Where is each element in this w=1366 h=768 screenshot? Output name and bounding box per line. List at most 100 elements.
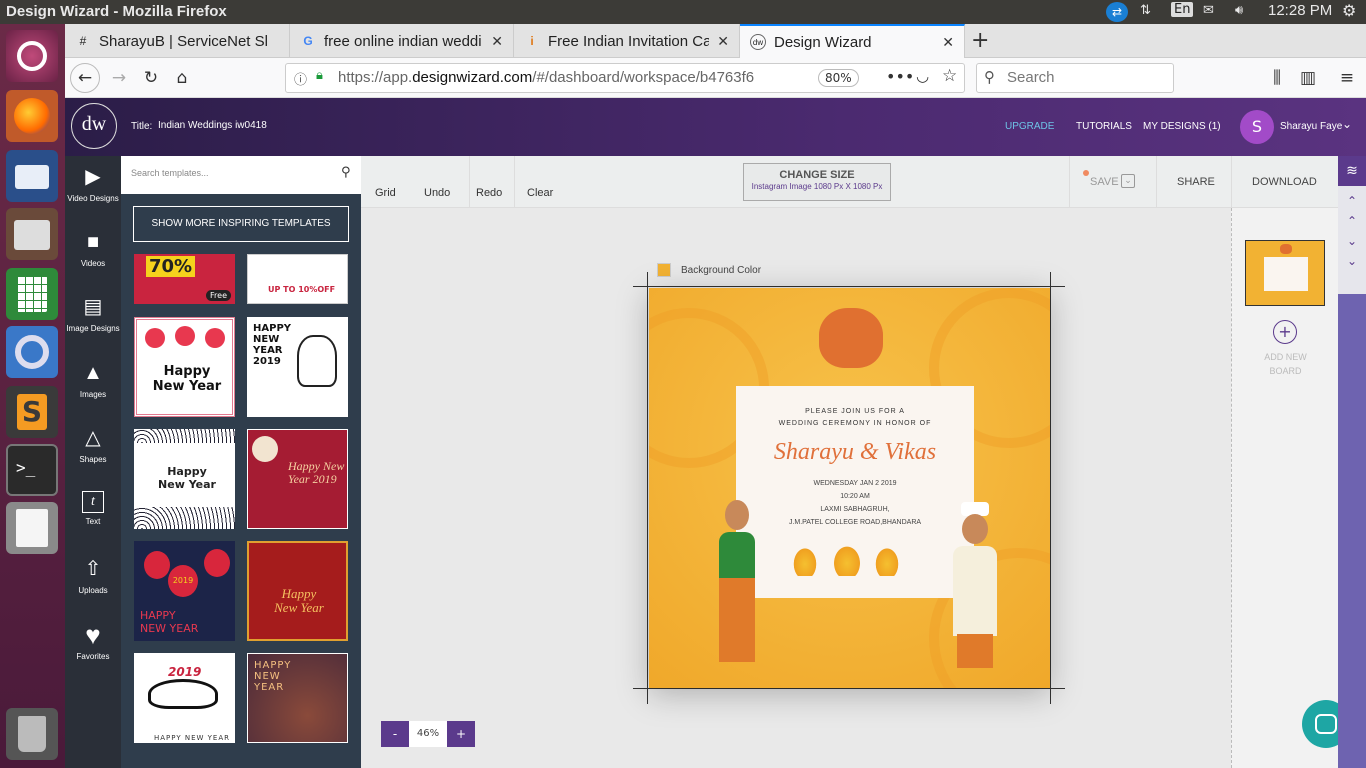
- network-icon[interactable]: ⇅: [1140, 3, 1151, 18]
- nav-images[interactable]: ▲ Images: [65, 352, 121, 416]
- heart-icon: ♥: [85, 620, 101, 650]
- new-tab-plus-icon[interactable]: +: [971, 28, 989, 53]
- sidebar-icon[interactable]: ▥: [1294, 64, 1322, 92]
- trash-icon[interactable]: [6, 708, 58, 760]
- back-arrow-icon[interactable]: ←: [70, 63, 100, 93]
- design-title-field[interactable]: Indian Weddings iw0418: [158, 120, 273, 131]
- keyboard-lang[interactable]: En: [1171, 2, 1194, 17]
- calc-icon[interactable]: [6, 268, 58, 320]
- template-thumbnail[interactable]: HAPPY NEW YEAR 2019: [247, 317, 348, 417]
- template-thumbnail[interactable]: Happy New Year 2019: [247, 429, 348, 529]
- bookmark-star-icon[interactable]: ☆: [942, 66, 957, 86]
- redo-button[interactable]: Redo: [476, 187, 502, 199]
- bg-color-swatch[interactable]: [657, 263, 671, 277]
- add-board-label-2[interactable]: BOARD: [1232, 366, 1339, 376]
- template-thumbnail[interactable]: Happy New Year: [247, 541, 348, 641]
- menu-hamburger-icon[interactable]: ≡: [1333, 64, 1361, 92]
- grid-button[interactable]: Grid: [375, 187, 396, 199]
- ganesha-emblem-icon[interactable]: [819, 308, 883, 368]
- ubuntu-icon[interactable]: [6, 30, 58, 82]
- search-input[interactable]: ⚲ Search: [976, 63, 1174, 93]
- arrow-down-icon[interactable]: ⌄: [1338, 234, 1366, 248]
- pocket-icon[interactable]: ◡: [916, 67, 929, 85]
- chevron-down-icon[interactable]: ⌄: [1342, 117, 1352, 131]
- zoom-in-button[interactable]: +: [447, 721, 475, 747]
- download-button[interactable]: DOWNLOAD: [1252, 176, 1317, 188]
- diya-lamp-icon: [832, 544, 862, 576]
- nav-videos[interactable]: ■ Videos: [65, 221, 121, 285]
- groom-illustration[interactable]: [949, 502, 1001, 672]
- invitation-card[interactable]: PLEASE JOIN US FOR A WEDDING CEREMONY IN…: [736, 386, 974, 598]
- add-board-label-1[interactable]: ADD NEW: [1232, 352, 1339, 362]
- nav-shapes[interactable]: △ Shapes: [65, 417, 121, 481]
- my-designs-link[interactable]: MY DESIGNS (1): [1143, 121, 1221, 132]
- change-size-button[interactable]: CHANGE SIZE Instagram Image 1080 Px X 10…: [743, 163, 891, 201]
- template-thumbnail[interactable]: Happy New Year: [134, 317, 235, 417]
- terminal-icon[interactable]: >_: [6, 444, 58, 496]
- tab-invitation[interactable]: i Free Indian Invitation Ca ✕: [514, 24, 740, 58]
- arrow-down-icon[interactable]: ⌄: [1338, 254, 1366, 268]
- image-design-icon: ▤: [83, 296, 103, 318]
- nav-image-designs[interactable]: ▤ Image Designs: [65, 286, 121, 350]
- layers-icon[interactable]: ≋: [1338, 156, 1366, 186]
- zoom-value[interactable]: 46%: [409, 721, 447, 747]
- url-bar[interactable]: ⓘ 🔒︎ https://app.designwizard.com/#/dash…: [285, 63, 965, 93]
- clear-button[interactable]: Clear: [527, 187, 553, 199]
- files-icon[interactable]: [6, 208, 58, 260]
- bride-illustration[interactable]: [713, 498, 761, 668]
- share-button[interactable]: SHARE: [1177, 176, 1215, 188]
- tutorials-link[interactable]: TUTORIALS: [1076, 121, 1132, 132]
- user-name[interactable]: Sharayu Faye: [1280, 121, 1342, 132]
- avatar[interactable]: S: [1240, 110, 1274, 144]
- nav-uploads[interactable]: ⇧ Uploads: [65, 548, 121, 612]
- upgrade-link[interactable]: UPGRADE: [1005, 121, 1054, 132]
- volume-icon[interactable]: 🔊︎: [1235, 3, 1243, 18]
- nav-video-designs[interactable]: ▶ Video Designs: [65, 156, 121, 220]
- template-thumbnail[interactable]: HAPPY NEW YEAR: [247, 653, 348, 743]
- clock[interactable]: 12:28 PM: [1268, 2, 1332, 19]
- reload-icon[interactable]: ↻: [137, 64, 165, 92]
- sublime-icon[interactable]: S: [6, 386, 58, 438]
- home-icon[interactable]: ⌂: [168, 64, 196, 92]
- nav-favorites[interactable]: ♥ Favorites: [65, 614, 121, 678]
- library-icon[interactable]: ⫼: [1263, 64, 1291, 92]
- template-thumbnail[interactable]: 2019 HAPPY NEW YEAR: [134, 541, 235, 641]
- save-button[interactable]: SAVE: [1090, 176, 1119, 188]
- search-icon[interactable]: ⚲: [341, 165, 351, 180]
- firefox-icon[interactable]: [6, 90, 58, 142]
- title-label: Title:: [131, 121, 153, 132]
- template-thumbnail[interactable]: Happy New Year: [134, 429, 235, 529]
- design-board[interactable]: PLEASE JOIN US FOR A WEDDING CEREMONY IN…: [649, 288, 1050, 688]
- board-scroll-strip[interactable]: ≋ ⌃ ⌃ ⌄ ⌄: [1338, 156, 1366, 768]
- template-search-input[interactable]: Search templates... ⚲: [121, 156, 361, 194]
- mail-icon[interactable]: ✉: [1203, 3, 1214, 18]
- close-icon[interactable]: ✕: [717, 33, 729, 50]
- save-chevron-icon[interactable]: ⌄: [1121, 174, 1135, 188]
- undo-button[interactable]: Undo: [424, 187, 450, 199]
- arrow-up-icon[interactable]: ⌃: [1338, 194, 1366, 208]
- tab-design-wizard[interactable]: dw Design Wizard ✕: [740, 24, 965, 58]
- text-editor-icon[interactable]: [6, 502, 58, 554]
- tab-google-search[interactable]: G free online indian weddi ✕: [290, 24, 514, 58]
- teamviewer-icon[interactable]: ⇄: [1106, 2, 1128, 22]
- dw-logo[interactable]: dw: [71, 103, 117, 149]
- add-board-plus-icon[interactable]: +: [1273, 320, 1297, 344]
- tab-servicenet[interactable]: # SharayuB | ServiceNet Sl: [65, 24, 290, 58]
- settings-gear-icon[interactable]: ⚙: [1342, 1, 1356, 20]
- zoom-level-badge[interactable]: 80%: [818, 69, 859, 87]
- arrow-up-icon[interactable]: ⌃: [1338, 214, 1366, 228]
- template-thumbnail[interactable]: 70% Free: [134, 254, 235, 304]
- zoom-out-button[interactable]: -: [381, 721, 409, 747]
- close-icon[interactable]: ✕: [491, 33, 503, 50]
- thunderbird-icon[interactable]: [6, 150, 58, 202]
- chromium-icon[interactable]: [6, 326, 58, 378]
- forward-arrow-icon[interactable]: →: [105, 64, 133, 92]
- template-thumbnail[interactable]: UP TO 10%OFF: [247, 254, 348, 304]
- nav-text[interactable]: t Text: [65, 483, 121, 547]
- board-thumbnail[interactable]: [1245, 240, 1325, 306]
- show-more-templates-button[interactable]: SHOW MORE INSPIRING TEMPLATES: [133, 206, 349, 242]
- info-circle-icon[interactable]: ⓘ: [294, 69, 307, 88]
- template-thumbnail[interactable]: 2019 HAPPY NEW YEAR: [134, 653, 235, 743]
- close-icon[interactable]: ✕: [942, 34, 954, 51]
- page-actions-icon[interactable]: •••: [886, 67, 914, 86]
